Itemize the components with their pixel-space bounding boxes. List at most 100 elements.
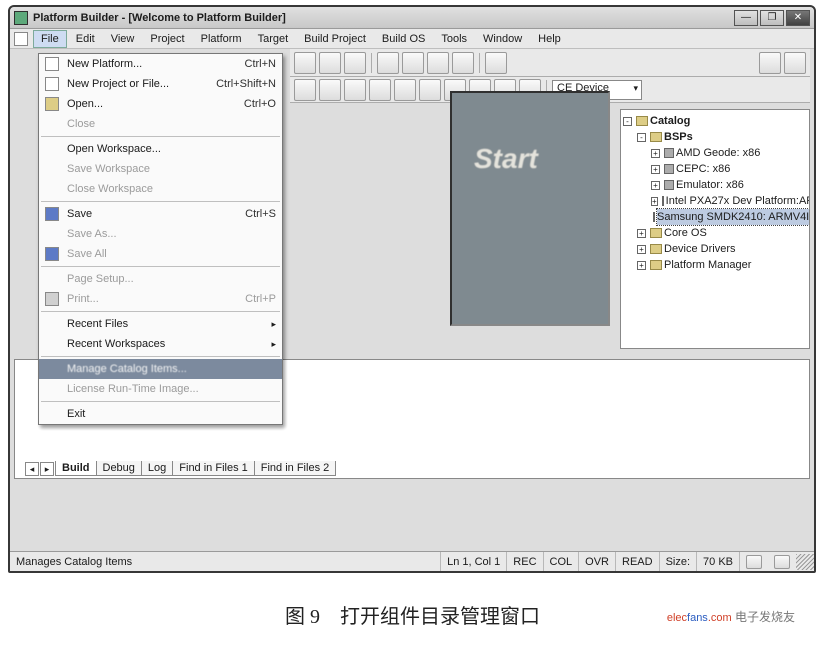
tool-button[interactable] bbox=[394, 79, 416, 101]
tool-button[interactable] bbox=[419, 79, 441, 101]
titlebar: Platform Builder - [Welcome to Platform … bbox=[10, 7, 814, 29]
tab-scroll-left[interactable]: ◂ bbox=[25, 462, 39, 476]
tool-button[interactable] bbox=[452, 52, 474, 74]
status-pos: Ln 1, Col 1 bbox=[441, 552, 507, 571]
tool-button[interactable] bbox=[319, 52, 341, 74]
tool-button[interactable] bbox=[294, 79, 316, 101]
new-icon bbox=[45, 57, 59, 71]
tool-button[interactable] bbox=[344, 79, 366, 101]
menuitem-open[interactable]: Open...Ctrl+O bbox=[39, 94, 282, 114]
menuitem-manage-catalog[interactable]: Manage Catalog Items... bbox=[39, 359, 282, 379]
menu-edit[interactable]: Edit bbox=[69, 31, 102, 47]
menuitem-new-platform[interactable]: New Platform...Ctrl+N bbox=[39, 54, 282, 74]
tool-button[interactable] bbox=[369, 79, 391, 101]
separator bbox=[479, 53, 480, 73]
menu-file[interactable]: File bbox=[33, 30, 67, 48]
preview-start-text: Start bbox=[474, 143, 538, 175]
resize-grip[interactable] bbox=[796, 554, 814, 570]
output-tab-debug[interactable]: Debug bbox=[96, 461, 142, 476]
tool-button[interactable] bbox=[294, 52, 316, 74]
menuitem-license-image: License Run-Time Image... bbox=[39, 379, 282, 399]
menu-tools[interactable]: Tools bbox=[434, 31, 474, 47]
menu-project[interactable]: Project bbox=[143, 31, 191, 47]
close-button[interactable]: ✕ bbox=[786, 10, 810, 26]
menuitem-page-setup: Page Setup... bbox=[39, 269, 282, 289]
tree-item[interactable]: Intel PXA27x Dev Platform:AR bbox=[666, 193, 810, 209]
save-icon bbox=[45, 207, 59, 221]
menuitem-recent-workspaces[interactable]: Recent Workspaces bbox=[39, 334, 282, 354]
brand-part: elec bbox=[667, 612, 687, 624]
tree-item-selected[interactable]: Samsung SMDK2410: ARMV4I bbox=[657, 209, 809, 225]
status-size-label: Size: bbox=[660, 552, 697, 571]
chip-icon bbox=[664, 164, 674, 174]
tool-button[interactable] bbox=[344, 52, 366, 74]
save-all-icon bbox=[45, 247, 59, 261]
catalog-tree[interactable]: -Catalog -BSPs +AMD Geode: x86 +CEPC: x8… bbox=[621, 110, 809, 276]
folder-icon bbox=[650, 260, 662, 270]
tree-core-os[interactable]: Core OS bbox=[664, 225, 707, 241]
window-title: Platform Builder - [Welcome to Platform … bbox=[33, 12, 286, 24]
menu-build-os[interactable]: Build OS bbox=[375, 31, 432, 47]
expand-icon[interactable]: - bbox=[623, 117, 632, 126]
folder-icon bbox=[650, 244, 662, 254]
folder-icon bbox=[650, 132, 662, 142]
tool-button[interactable] bbox=[319, 79, 341, 101]
tree-root[interactable]: Catalog bbox=[650, 113, 690, 129]
new-icon bbox=[45, 77, 59, 91]
menuitem-new-project[interactable]: New Project or File...Ctrl+Shift+N bbox=[39, 74, 282, 94]
menuitem-save[interactable]: SaveCtrl+S bbox=[39, 204, 282, 224]
tree-platform-manager[interactable]: Platform Manager bbox=[664, 257, 751, 273]
menu-platform[interactable]: Platform bbox=[194, 31, 249, 47]
output-tab-build[interactable]: Build bbox=[55, 461, 97, 476]
maximize-button[interactable]: ❐ bbox=[760, 10, 784, 26]
menu-help[interactable]: Help bbox=[531, 31, 568, 47]
expand-icon[interactable]: + bbox=[651, 165, 660, 174]
tree-item[interactable]: CEPC: x86 bbox=[676, 161, 730, 177]
output-tab-fif1[interactable]: Find in Files 1 bbox=[172, 461, 254, 476]
tree-item[interactable]: AMD Geode: x86 bbox=[676, 145, 760, 161]
menuitem-recent-files[interactable]: Recent Files bbox=[39, 314, 282, 334]
file-menu: New Platform...Ctrl+N New Project or Fil… bbox=[38, 53, 283, 425]
app-window: Platform Builder - [Welcome to Platform … bbox=[8, 5, 816, 573]
status-ovr: OVR bbox=[579, 552, 616, 571]
tool-button[interactable] bbox=[402, 52, 424, 74]
status-rec: REC bbox=[507, 552, 543, 571]
expand-icon[interactable]: + bbox=[651, 149, 660, 158]
tool-button[interactable] bbox=[759, 52, 781, 74]
expand-icon[interactable]: - bbox=[637, 133, 646, 142]
tool-button[interactable] bbox=[377, 52, 399, 74]
tree-item[interactable]: Emulator: x86 bbox=[676, 177, 744, 193]
expand-icon[interactable]: + bbox=[637, 245, 646, 254]
tool-button[interactable] bbox=[427, 52, 449, 74]
window-controls: — ❐ ✕ bbox=[734, 10, 810, 26]
tree-device-drivers[interactable]: Device Drivers bbox=[664, 241, 736, 257]
open-icon bbox=[45, 97, 59, 111]
brand-part: 电子发烧友 bbox=[732, 610, 795, 624]
expand-icon[interactable]: + bbox=[637, 261, 646, 270]
statusbar: Manages Catalog Items Ln 1, Col 1 REC CO… bbox=[10, 551, 814, 571]
status-icon[interactable] bbox=[746, 555, 762, 569]
tree-bsps[interactable]: BSPs bbox=[664, 129, 693, 145]
tool-button[interactable] bbox=[485, 52, 507, 74]
brand-part: fans bbox=[687, 612, 708, 624]
output-tab-fif2[interactable]: Find in Files 2 bbox=[254, 461, 336, 476]
expand-icon[interactable]: + bbox=[651, 197, 658, 206]
menu-build-project[interactable]: Build Project bbox=[297, 31, 373, 47]
tab-scroll-right[interactable]: ▸ bbox=[40, 462, 54, 476]
status-icon[interactable] bbox=[774, 555, 790, 569]
print-icon bbox=[45, 292, 59, 306]
tool-button[interactable] bbox=[784, 52, 806, 74]
chip-icon bbox=[664, 148, 674, 158]
folder-icon bbox=[636, 116, 648, 126]
output-tab-log[interactable]: Log bbox=[141, 461, 173, 476]
menuitem-close: Close bbox=[39, 114, 282, 134]
expand-icon[interactable]: + bbox=[637, 229, 646, 238]
menuitem-exit[interactable]: Exit bbox=[39, 404, 282, 424]
minimize-button[interactable]: — bbox=[734, 10, 758, 26]
menuitem-save-workspace: Save Workspace bbox=[39, 159, 282, 179]
menuitem-open-workspace[interactable]: Open Workspace... bbox=[39, 139, 282, 159]
menu-view[interactable]: View bbox=[104, 31, 142, 47]
menu-target[interactable]: Target bbox=[251, 31, 296, 47]
expand-icon[interactable]: + bbox=[651, 181, 660, 190]
menu-window[interactable]: Window bbox=[476, 31, 529, 47]
